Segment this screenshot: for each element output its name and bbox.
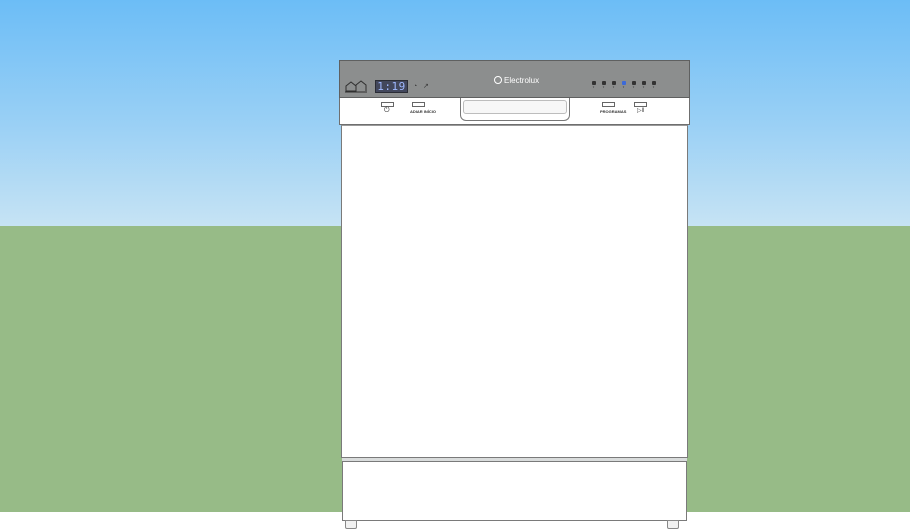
fast-icon: ▾ [630, 81, 637, 89]
dishwasher-door[interactable] [341, 125, 688, 458]
eco-icon: ▾ [600, 81, 607, 89]
brand-logo: Electrolux [494, 75, 539, 87]
electrolux-logo-icon [494, 76, 502, 84]
start-pause-icon: ▷‖ [637, 108, 645, 114]
program-indicators: ▾ ▾ ▾ ▾ ▾ ▾ ▾ [590, 81, 662, 93]
handle-grip [463, 100, 567, 114]
door-handle[interactable] [460, 98, 570, 121]
right-foot [667, 520, 679, 529]
delay-start-label: ADIAR INÍCIO [410, 109, 436, 114]
programs-button[interactable] [602, 102, 615, 107]
time-display: 1:19 [375, 80, 408, 93]
soak-icon: ▾ [650, 81, 657, 89]
timer-icon: ◔ [413, 83, 418, 90]
kickplate [342, 461, 687, 521]
intensive-icon: ▾ [620, 81, 627, 89]
delay-icon: ↗ [423, 83, 429, 90]
delay-start-button[interactable] [412, 102, 425, 107]
programs-label: PROGRAMAS [600, 109, 627, 114]
normal-icon: ▾ [610, 81, 617, 89]
house-logo-icon [345, 80, 367, 93]
brand-name: Electrolux [504, 76, 540, 85]
power-icon: ⏻ [384, 107, 390, 114]
rinse-icon: ▾ [590, 81, 597, 89]
left-foot [345, 520, 357, 529]
dishwasher-model[interactable]: 1:19 ◔ ↗ Electrolux ▾ ▾ ▾ ▾ ▾ ▾ ▾ ⏻ ADIA… [339, 60, 690, 529]
control-panel: 1:19 ◔ ↗ Electrolux ▾ ▾ ▾ ▾ ▾ ▾ ▾ [339, 60, 690, 98]
glass-icon: ▾ [640, 81, 647, 89]
